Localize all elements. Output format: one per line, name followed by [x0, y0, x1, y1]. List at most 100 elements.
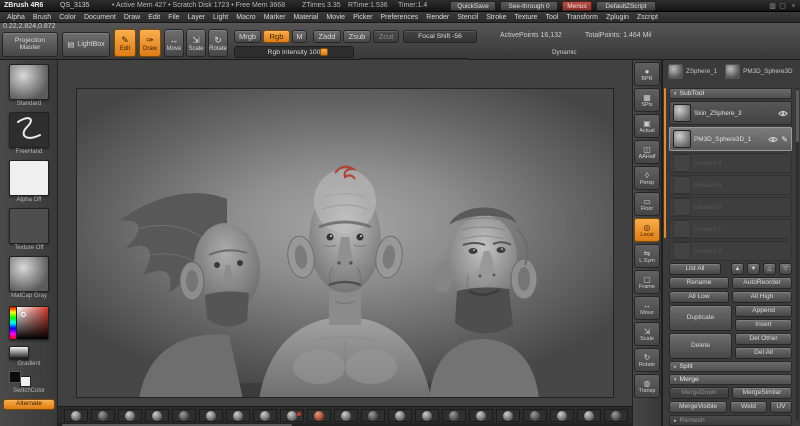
- current-stroke-thumbnail[interactable]: [9, 112, 49, 148]
- menu-item[interactable]: Brush: [29, 14, 55, 21]
- right-shelf-button[interactable]: ▣ Actual: [634, 114, 660, 138]
- menu-item[interactable]: Marker: [260, 14, 290, 21]
- tray-thumbnail[interactable]: [469, 409, 493, 422]
- palette-scroll-indicator[interactable]: [664, 88, 666, 238]
- insert-button[interactable]: Insert: [735, 319, 792, 331]
- tray-thumbnail[interactable]: [118, 409, 142, 422]
- all-high-button[interactable]: All High: [732, 291, 792, 303]
- quicksave-button[interactable]: QuickSave: [450, 1, 496, 11]
- menu-item[interactable]: Movie: [322, 14, 349, 21]
- subtool-item[interactable]: Unused 6 ✎: [669, 197, 792, 217]
- list-all-button[interactable]: List All: [669, 263, 721, 275]
- menu-item[interactable]: Layer: [184, 14, 210, 21]
- lightbox-button[interactable]: ▤ LightBox: [62, 32, 110, 57]
- tray-thumbnail[interactable]: [334, 409, 358, 422]
- tray-thumbnail[interactable]: [145, 409, 169, 422]
- subtool-move-up-button[interactable]: △: [763, 263, 776, 275]
- move-mode-button[interactable]: ↔ Move: [164, 29, 184, 57]
- right-shelf-button[interactable]: ◊ Persp: [634, 166, 660, 190]
- auto-reorder-button[interactable]: AutoReorder: [732, 277, 792, 289]
- menu-item[interactable]: Draw: [120, 14, 144, 21]
- canvas-area[interactable]: [58, 60, 632, 406]
- menu-item[interactable]: Zscript: [633, 14, 662, 21]
- zsub-button[interactable]: Zsub: [343, 30, 371, 43]
- append-button[interactable]: Append: [735, 305, 792, 317]
- visibility-eye-icon[interactable]: [768, 136, 779, 143]
- tray-thumbnail[interactable]: [442, 409, 466, 422]
- tray-thumbnail[interactable]: [361, 409, 385, 422]
- del-other-button[interactable]: Del Other: [735, 333, 792, 345]
- menu-item[interactable]: Light: [209, 14, 232, 21]
- grid-icon[interactable]: ▥: [768, 1, 777, 11]
- menu-item[interactable]: Material: [289, 14, 322, 21]
- zadd-button[interactable]: Zadd: [313, 30, 341, 43]
- dynamic-label[interactable]: Dynamic: [552, 49, 577, 56]
- right-shelf-button[interactable]: ◍ Transp: [634, 374, 660, 398]
- subtool-move-down-button[interactable]: ▽: [779, 263, 792, 275]
- right-shelf-button[interactable]: ▭ Floor: [634, 192, 660, 216]
- menu-item[interactable]: File: [164, 14, 183, 21]
- subtool-down-button[interactable]: ▼: [747, 263, 760, 275]
- subtool-up-button[interactable]: ▲: [731, 263, 744, 275]
- menu-item[interactable]: Color: [55, 14, 80, 21]
- menu-item[interactable]: Transform: [562, 14, 602, 21]
- m-button[interactable]: M: [292, 30, 307, 43]
- right-shelf-button[interactable]: ◫ AAHalf: [634, 140, 660, 164]
- tray-thumbnail[interactable]: [253, 409, 277, 422]
- tray-thumbnail[interactable]: [496, 409, 520, 422]
- right-shelf-button[interactable]: ⇋ L.Sym: [634, 244, 660, 268]
- menu-item[interactable]: Zplugin: [602, 14, 633, 21]
- menu-item[interactable]: Alpha: [3, 14, 29, 21]
- hue-bar[interactable]: [10, 307, 16, 339]
- right-shelf-button[interactable]: ↔ Move: [634, 296, 660, 320]
- tray-thumbnail[interactable]: [577, 409, 601, 422]
- remesh-section-header[interactable]: Remesh: [669, 415, 792, 426]
- menu-item[interactable]: Document: [80, 14, 120, 21]
- draw-mode-button[interactable]: ✑ Draw: [139, 29, 161, 57]
- subtool-item[interactable]: PM3D_Sphere3D_1 ✎: [669, 127, 792, 151]
- right-shelf-button[interactable]: ● BPR: [634, 62, 660, 86]
- tray-thumbnail[interactable]: [226, 409, 250, 422]
- projection-master-button[interactable]: Projection Master: [2, 32, 58, 57]
- visibility-eye-icon[interactable]: [778, 110, 788, 117]
- focal-shift-slider[interactable]: Focal Shift -56: [403, 30, 477, 43]
- tray-thumbnail[interactable]: [550, 409, 574, 422]
- menu-item[interactable]: Picker: [349, 14, 376, 21]
- right-shelf-button[interactable]: ⇲ Scale: [634, 322, 660, 346]
- rename-button[interactable]: Rename: [669, 277, 729, 289]
- current-alpha-thumbnail[interactable]: [9, 160, 49, 196]
- current-material-thumbnail[interactable]: [9, 256, 49, 292]
- tray-thumbnail[interactable]: [91, 409, 115, 422]
- menu-item[interactable]: Tool: [541, 14, 562, 21]
- menu-item[interactable]: Macro: [232, 14, 259, 21]
- window-pane-icon[interactable]: ▢: [778, 1, 787, 11]
- rgb-intensity-slider[interactable]: Rgb Intensity 100: [234, 46, 354, 58]
- close-icon[interactable]: ×: [789, 1, 798, 11]
- del-all-button[interactable]: Del All: [735, 347, 792, 359]
- right-shelf-button[interactable]: ▦ SPix: [634, 88, 660, 112]
- uv-toggle-button[interactable]: UV: [770, 401, 792, 413]
- see-through-button[interactable]: See-through 0: [500, 1, 558, 11]
- merge-down-button[interactable]: MergeDown: [669, 387, 729, 399]
- color-picker[interactable]: [9, 306, 49, 340]
- menu-item[interactable]: Texture: [510, 14, 541, 21]
- menu-item[interactable]: Stencil: [453, 14, 482, 21]
- subtool-item[interactable]: Skin_ZSphere_3 ✎: [669, 101, 792, 125]
- menu-item[interactable]: Stroke: [482, 14, 510, 21]
- menu-item[interactable]: Preferences: [377, 14, 423, 21]
- current-texture-thumbnail[interactable]: [9, 208, 49, 244]
- subtool-item[interactable]: Unused 4 ✎: [669, 153, 792, 173]
- tool-tab[interactable]: ZSphere_1: [668, 64, 717, 79]
- merge-visible-button[interactable]: MergeVisible: [669, 401, 727, 413]
- edit-mode-button[interactable]: ✎ Edit: [114, 29, 136, 57]
- tool-tab[interactable]: PM3D_Sphere3D: [725, 64, 793, 79]
- alternate-button[interactable]: Alternate: [3, 399, 55, 410]
- rgb-button[interactable]: Rgb: [263, 30, 290, 43]
- default-zscript-button[interactable]: DefaultZScript: [596, 1, 656, 11]
- tray-thumbnail[interactable]: [64, 409, 88, 422]
- weld-button[interactable]: Weld: [730, 401, 767, 413]
- duplicate-button[interactable]: Duplicate: [669, 305, 732, 331]
- scale-mode-button[interactable]: ⇲ Scale: [186, 29, 206, 57]
- all-low-button[interactable]: All Low: [669, 291, 729, 303]
- tray-thumbnail[interactable]: [604, 409, 628, 422]
